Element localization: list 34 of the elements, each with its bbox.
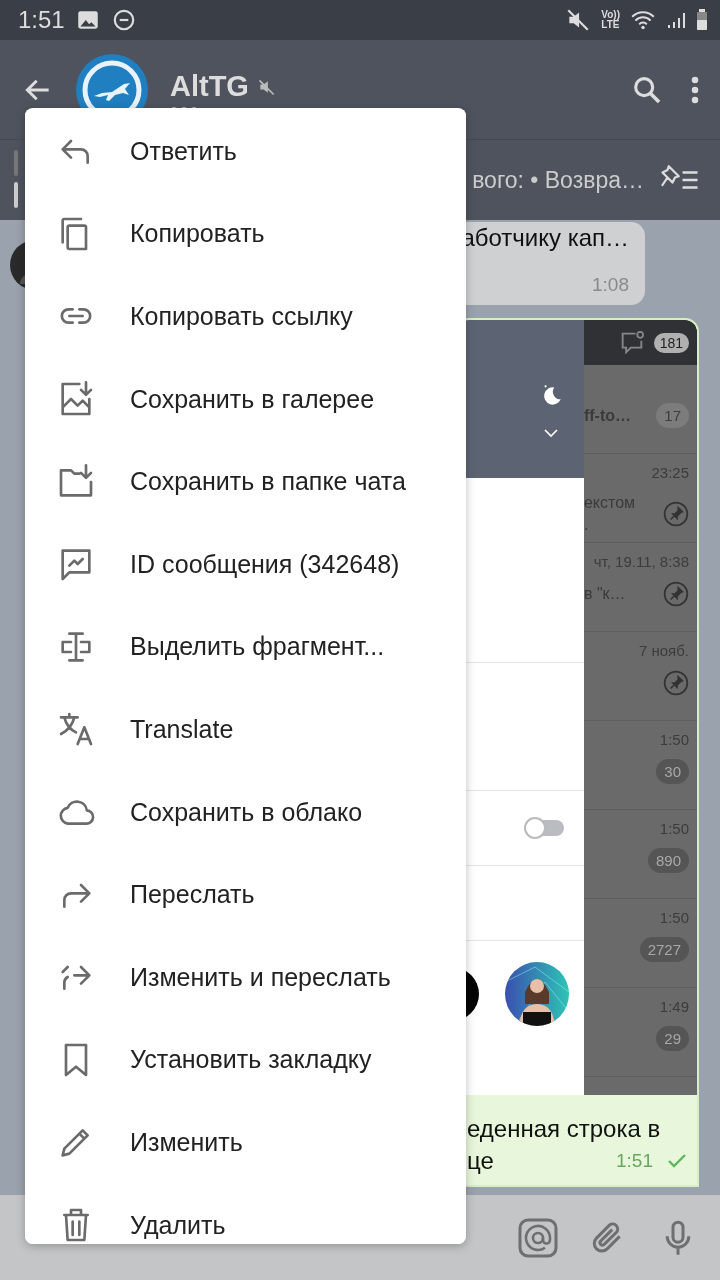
menu-item[interactable]: Изменить [25, 1101, 466, 1184]
message-time: 1:08 [592, 274, 629, 296]
chevron-down-icon[interactable] [541, 428, 560, 438]
toggle-switch[interactable] [525, 820, 564, 836]
menu-item[interactable]: Сохранить в галерее [25, 357, 466, 441]
message-text: еденная строка в [467, 1114, 661, 1144]
chat-title: AltTG [170, 70, 249, 103]
pinned-message-text[interactable]: вого: • Возвра… [472, 166, 644, 194]
menu-item[interactable]: Translate [25, 688, 466, 771]
unread-badge: 29 [656, 1026, 689, 1051]
menu-item[interactable]: ID сообщения (342648) [25, 522, 466, 606]
unread-badge: 890 [647, 848, 689, 873]
mention-icon[interactable] [518, 1217, 558, 1258]
status-time: 1:51 [18, 6, 65, 34]
chat-preview: . [583, 515, 590, 535]
unread-badge: 181 [653, 332, 689, 353]
unread-badge: 30 [656, 759, 689, 784]
menu-item[interactable]: Установить закладку [25, 1018, 466, 1102]
menu-item[interactable]: Сохранить в облако [25, 770, 466, 854]
battery-icon [696, 7, 708, 33]
message-time: 1:51 [616, 1150, 653, 1172]
menu-item[interactable]: Копировать ссылку [25, 275, 466, 358]
menu-item[interactable]: Выделить фрагмент... [25, 605, 466, 689]
menu-item[interactable]: Сохранить в папке чата [25, 440, 466, 523]
menu-item[interactable]: Изменить и переслать [25, 935, 466, 1019]
menu-item[interactable]: Переслать [25, 853, 466, 936]
volte-indicator: Vo)) LTE [601, 10, 620, 30]
pinned-indicator-icon [14, 150, 18, 210]
unread-badge: 2727 [639, 937, 689, 962]
menu-item[interactable]: Копировать [25, 192, 466, 276]
menu-item[interactable]: Ответить [25, 110, 466, 193]
menu-item[interactable]: Удалить [25, 1183, 466, 1244]
unread-badge: 17 [656, 403, 689, 428]
message-text: це [467, 1146, 494, 1176]
